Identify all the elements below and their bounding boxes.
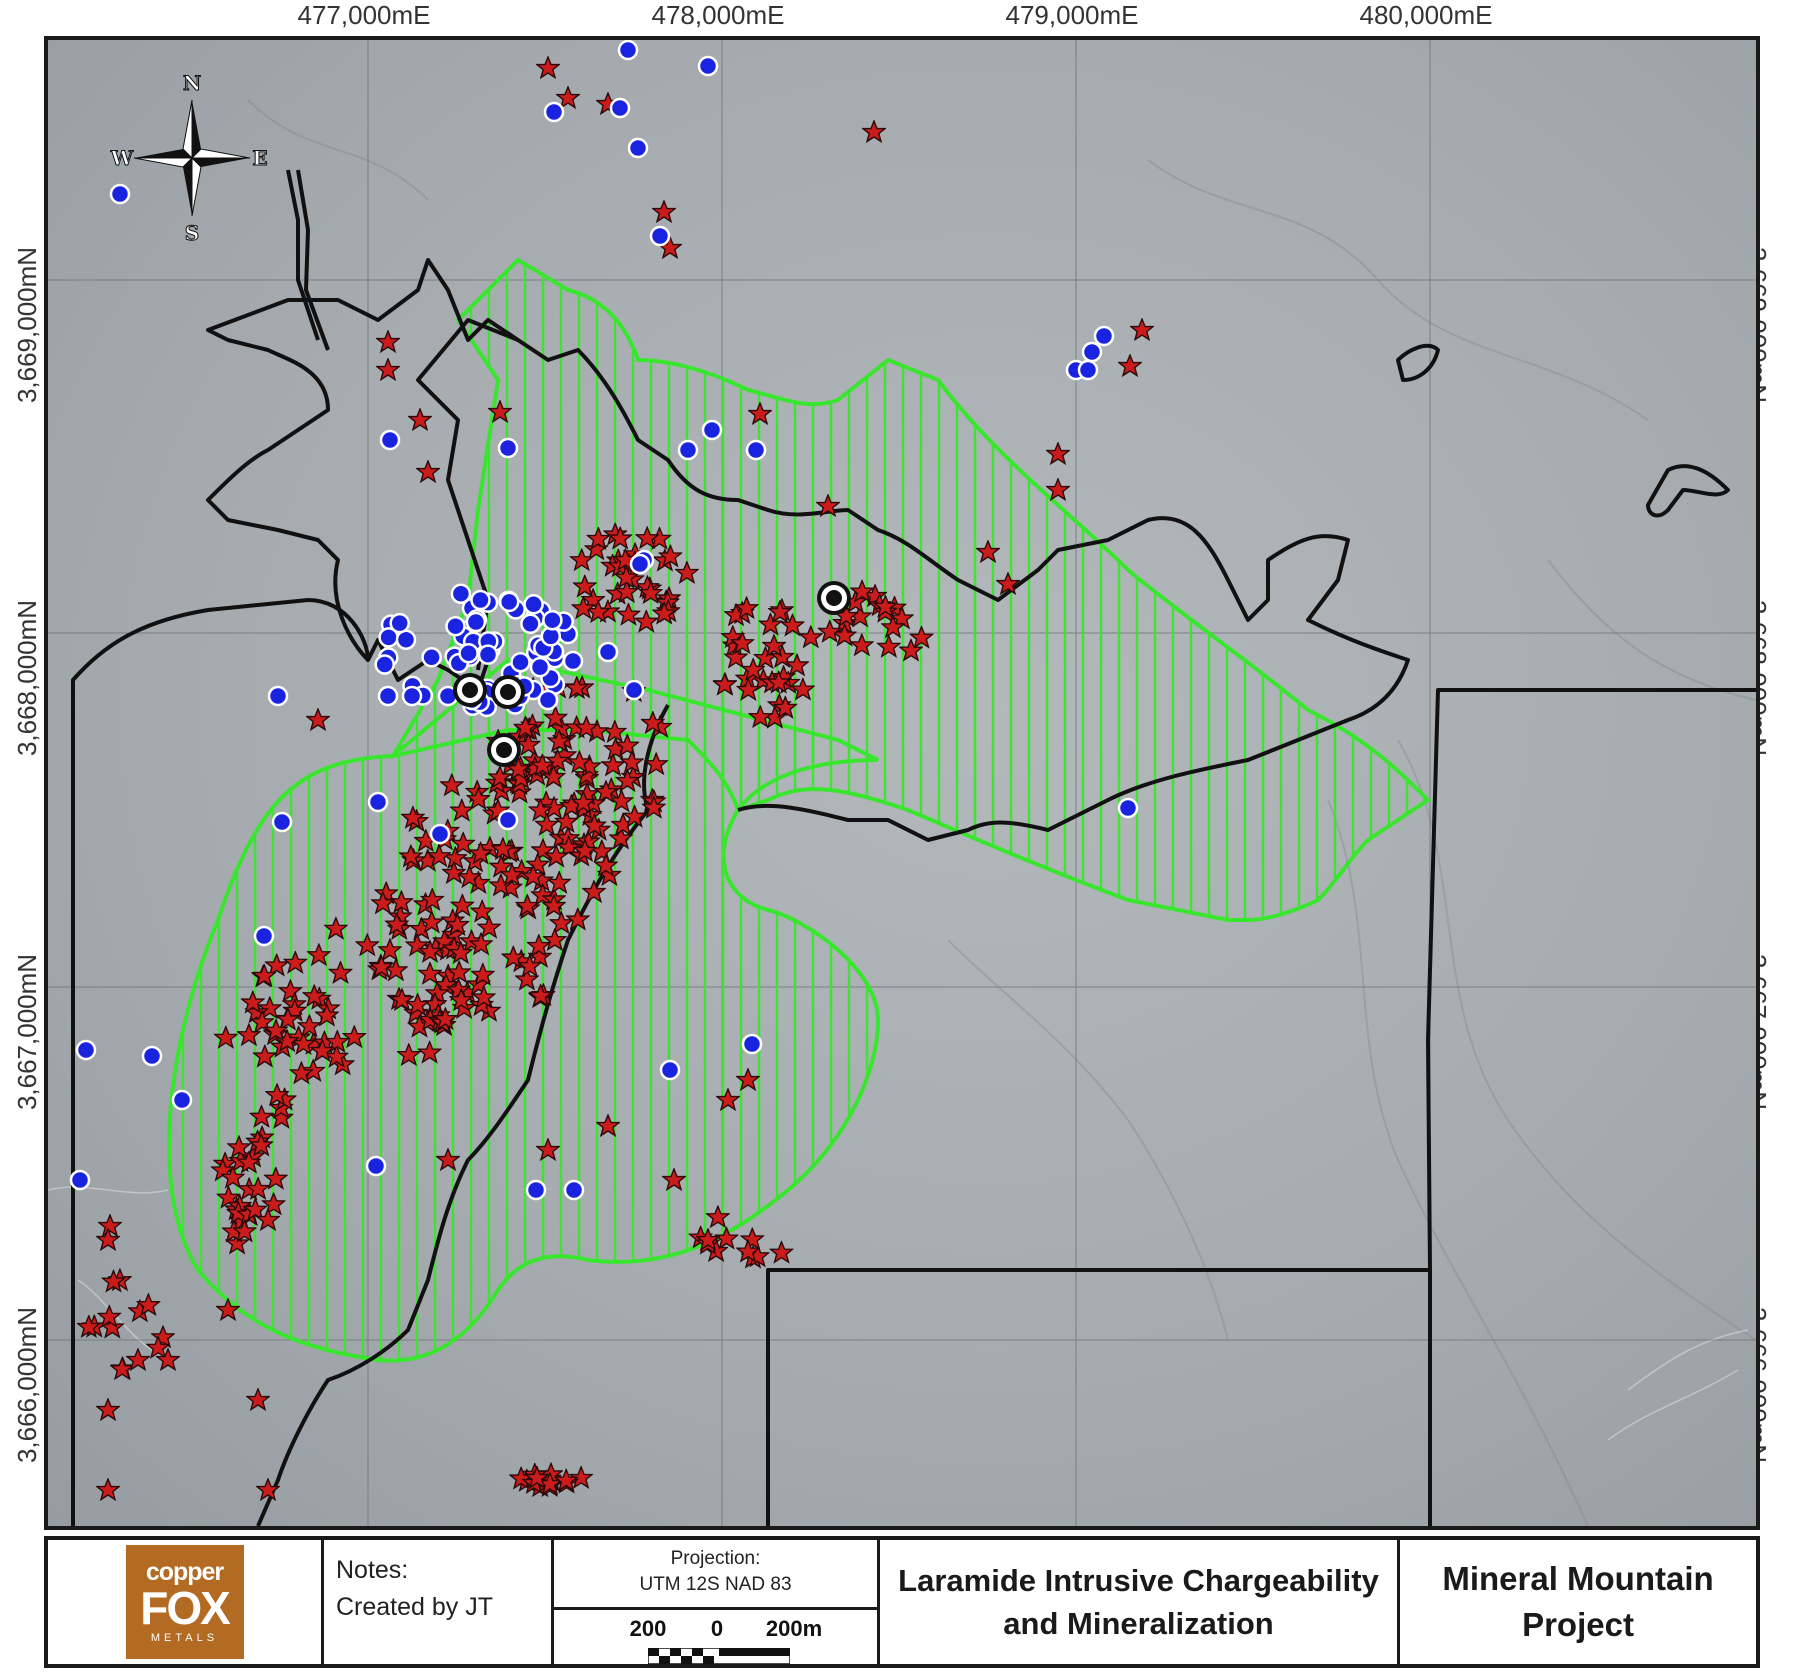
northing-label-left-3667000: 3,667,000mN <box>12 953 42 1111</box>
blue-dot-sample-icon[interactable] <box>365 1155 387 1177</box>
blue-dot-sample-icon[interactable] <box>537 689 559 711</box>
blue-dot-sample-icon[interactable] <box>623 679 645 701</box>
blue-dot-sample-icon[interactable] <box>1077 359 1099 381</box>
blue-dot-sample-icon[interactable] <box>1081 341 1103 363</box>
blue-dot-sample-icon[interactable] <box>529 656 551 678</box>
black-target-icon[interactable] <box>487 733 521 767</box>
blue-dot-sample-icon[interactable] <box>367 791 389 813</box>
notes-cell: Notes: Created by JT <box>324 1540 554 1664</box>
northing-label-left-3668000: 3,668,000mN <box>12 599 42 757</box>
blue-dot-sample-icon[interactable] <box>609 97 631 119</box>
blue-dot-sample-icon[interactable] <box>745 439 767 461</box>
map-frame[interactable]: N S E W <box>44 36 1760 1530</box>
easting-label-477000: 477,000mE <box>297 0 431 30</box>
blue-dot-sample-icon[interactable] <box>69 1169 91 1191</box>
blue-dot-sample-icon[interactable] <box>629 553 651 575</box>
northing-label-left-3669000: 3,669,000mN <box>12 246 42 404</box>
scale-bar-icon <box>648 1648 790 1664</box>
easting-label-479000: 479,000mE <box>1005 0 1139 30</box>
map-title-line-2: and Mineralization <box>1003 1606 1274 1641</box>
project-line-1: Mineral Mountain <box>1442 1559 1714 1597</box>
blue-dot-sample-icon[interactable] <box>627 137 649 159</box>
easting-label-478000: 478,000mE <box>651 0 785 30</box>
northing-label-left-3666000: 3,666,000mN <box>12 1306 42 1464</box>
blue-dot-sample-icon[interactable] <box>1117 797 1139 819</box>
blue-dot-sample-icon[interactable] <box>497 437 519 459</box>
blue-dot-sample-icon[interactable] <box>563 1179 585 1201</box>
easting-label-480000: 480,000mE <box>1359 0 1493 30</box>
black-target-icon[interactable] <box>817 581 851 615</box>
scale-label-right: 200m <box>765 1616 823 1641</box>
blue-dot-sample-icon[interactable] <box>741 1033 763 1055</box>
blue-dot-sample-icon[interactable] <box>377 685 399 707</box>
blue-dot-sample-icon[interactable] <box>701 419 723 441</box>
blue-dot-sample-icon[interactable] <box>617 40 639 61</box>
projection-heading: Projection: <box>670 1548 761 1569</box>
blue-dot-sample-icon[interactable] <box>1093 325 1115 347</box>
scale-label-zero: 0 <box>710 1616 724 1641</box>
map-title-cell: Laramide Intrusive Chargeability and Min… <box>880 1540 1400 1664</box>
blue-dot-sample-icon[interactable] <box>429 823 451 845</box>
title-block: copper FOX METALS Notes: Created by JT P… <box>44 1536 1760 1668</box>
blue-dot-sample-icon[interactable] <box>465 611 487 633</box>
project-name-cell: Mineral Mountain Project <box>1400 1540 1756 1664</box>
blue-dot-sample-icon[interactable] <box>267 685 289 707</box>
blue-dot-sample-icon[interactable] <box>525 1179 547 1201</box>
blue-dot-sample-icon[interactable] <box>677 439 699 461</box>
blue-dot-sample-icon[interactable] <box>659 1059 681 1081</box>
blue-dot-sample-icon[interactable] <box>271 811 293 833</box>
blue-dot-sample-icon[interactable] <box>379 429 401 451</box>
blue-dot-sample-icon[interactable] <box>470 589 491 611</box>
blue-dot-sample-icon[interactable] <box>141 1045 163 1067</box>
scale-label-left: 200 <box>629 1616 667 1641</box>
blue-dot-sample-icon[interactable] <box>458 642 479 664</box>
map-canvas[interactable] <box>48 40 1756 1526</box>
blue-dot-sample-icon[interactable] <box>253 925 275 947</box>
notes-heading: Notes: <box>336 1556 409 1584</box>
compass-n: N <box>183 71 201 95</box>
compass-s: S <box>185 221 199 243</box>
logo-cell: copper FOX METALS <box>48 1540 324 1664</box>
blue-dot-sample-icon[interactable] <box>75 1039 97 1061</box>
logo-line-3: METALS <box>150 1632 219 1644</box>
black-target-icon[interactable] <box>453 673 487 707</box>
blue-dot-sample-icon[interactable] <box>520 613 541 635</box>
compass-e: E <box>252 146 267 170</box>
logo-line-2: FOX <box>140 1582 231 1634</box>
blue-dot-sample-icon[interactable] <box>542 609 563 631</box>
blue-dot-sample-icon[interactable] <box>562 650 584 672</box>
projection-value: UTM 12S NAD 83 <box>639 1574 792 1595</box>
blue-dot-sample-icon[interactable] <box>389 612 410 634</box>
blue-dot-sample-icon[interactable] <box>421 647 442 668</box>
blue-dot-sample-icon[interactable] <box>697 55 719 77</box>
blue-dot-sample-icon[interactable] <box>523 594 544 615</box>
compass-w: W <box>110 146 134 170</box>
copper-fox-logo: copper FOX METALS <box>125 1545 244 1659</box>
blue-dot-sample-icon[interactable] <box>498 591 520 613</box>
map-title-line-1: Laramide Intrusive Chargeability <box>898 1562 1379 1598</box>
blue-dot-sample-icon[interactable] <box>374 654 395 675</box>
projection-cell: Projection: UTM 12S NAD 83 200 0 200m <box>554 1540 880 1664</box>
blue-dot-sample-icon[interactable] <box>171 1089 193 1111</box>
notes-author: Created by JT <box>336 1593 494 1621</box>
project-line-2: Project <box>1522 1606 1634 1643</box>
scale-bar-area: 200 0 200m <box>554 1610 877 1664</box>
blue-dot-sample-icon[interactable] <box>497 809 519 831</box>
blue-dot-sample-icon[interactable] <box>395 629 417 650</box>
blue-dot-sample-icon[interactable] <box>401 685 423 707</box>
blue-dot-sample-icon[interactable] <box>543 101 565 123</box>
black-target-icon[interactable] <box>491 675 525 709</box>
blue-dot-sample-icon[interactable] <box>445 615 466 637</box>
blue-dot-sample-icon[interactable] <box>649 225 671 247</box>
blue-dot-sample-icon[interactable] <box>450 583 472 604</box>
compass-rose-icon: N S E W <box>109 71 268 244</box>
blue-dot-sample-icon[interactable] <box>477 644 499 665</box>
blue-dot-sample-icon[interactable] <box>597 641 619 663</box>
